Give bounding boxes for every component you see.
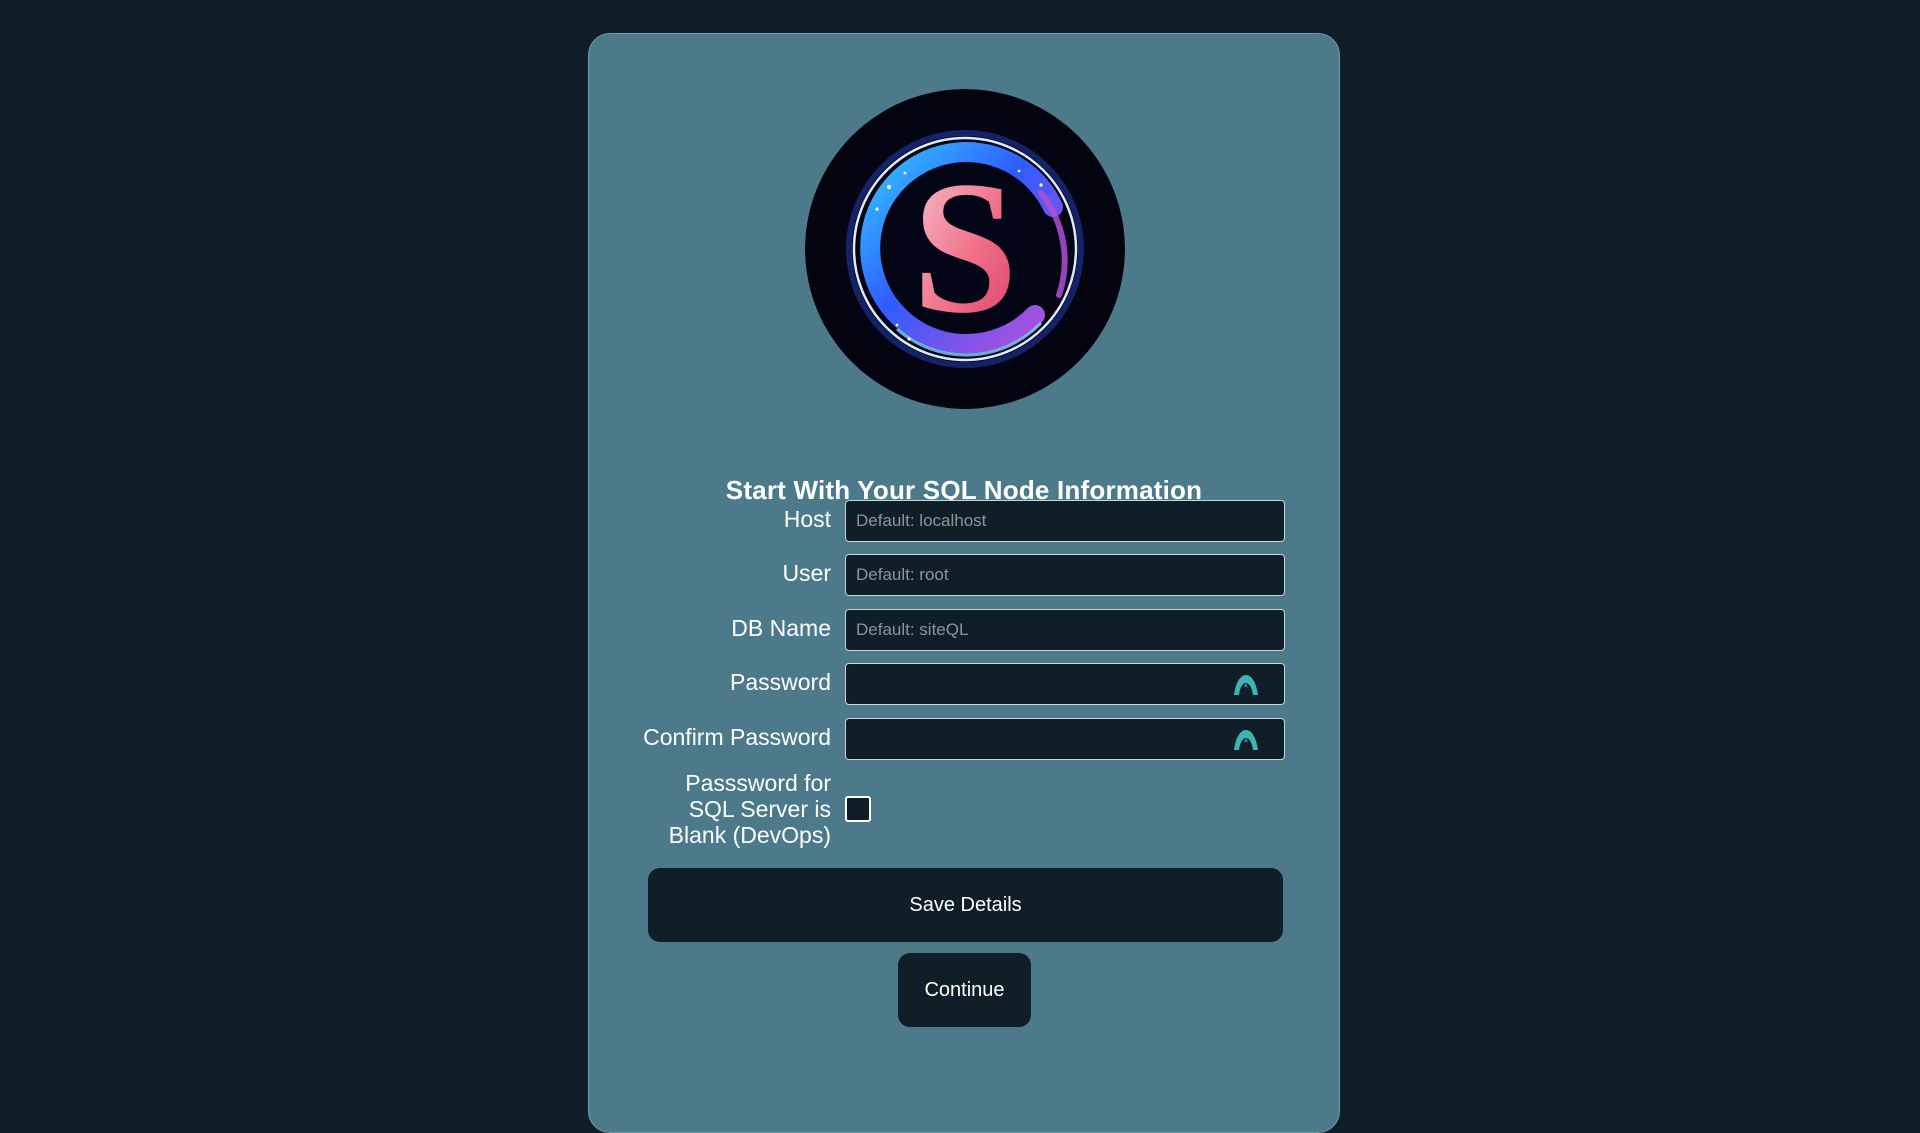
blank-password-label: Passsword for SQL Server is Blank (DevOp… [669,770,831,848]
db-name-label: DB Name [731,615,831,641]
db-name-field-box [845,609,1285,651]
blank-password-label-line: Passsword for [685,770,831,796]
setup-card: S Start With Your SQL Node Information H… [588,33,1340,1133]
blank-password-checkbox[interactable] [845,796,871,822]
password-label: Password [730,669,831,695]
password-input[interactable] [846,664,1284,704]
user-input[interactable] [846,555,1284,595]
user-label: User [782,560,831,586]
host-input[interactable] [846,501,1284,541]
user-field-box [845,554,1285,596]
app-logo: S [805,89,1125,409]
eye-icon[interactable] [1232,673,1260,697]
eye-icon[interactable] [1232,728,1260,752]
blank-password-label-line: SQL Server is [688,796,831,822]
svg-text:S: S [912,143,1018,353]
confirm-password-label: Confirm Password [643,724,831,750]
db-name-input[interactable] [846,610,1284,650]
blank-password-label-line: Blank (DevOps) [668,822,831,848]
confirm-password-input[interactable] [846,719,1284,759]
confirm-password-field-box [845,718,1285,760]
password-field-box [845,663,1285,705]
host-label: Host [783,506,831,532]
continue-button[interactable]: Continue [898,953,1031,1027]
host-field-box [845,500,1285,542]
save-details-button[interactable]: Save Details [648,868,1283,942]
